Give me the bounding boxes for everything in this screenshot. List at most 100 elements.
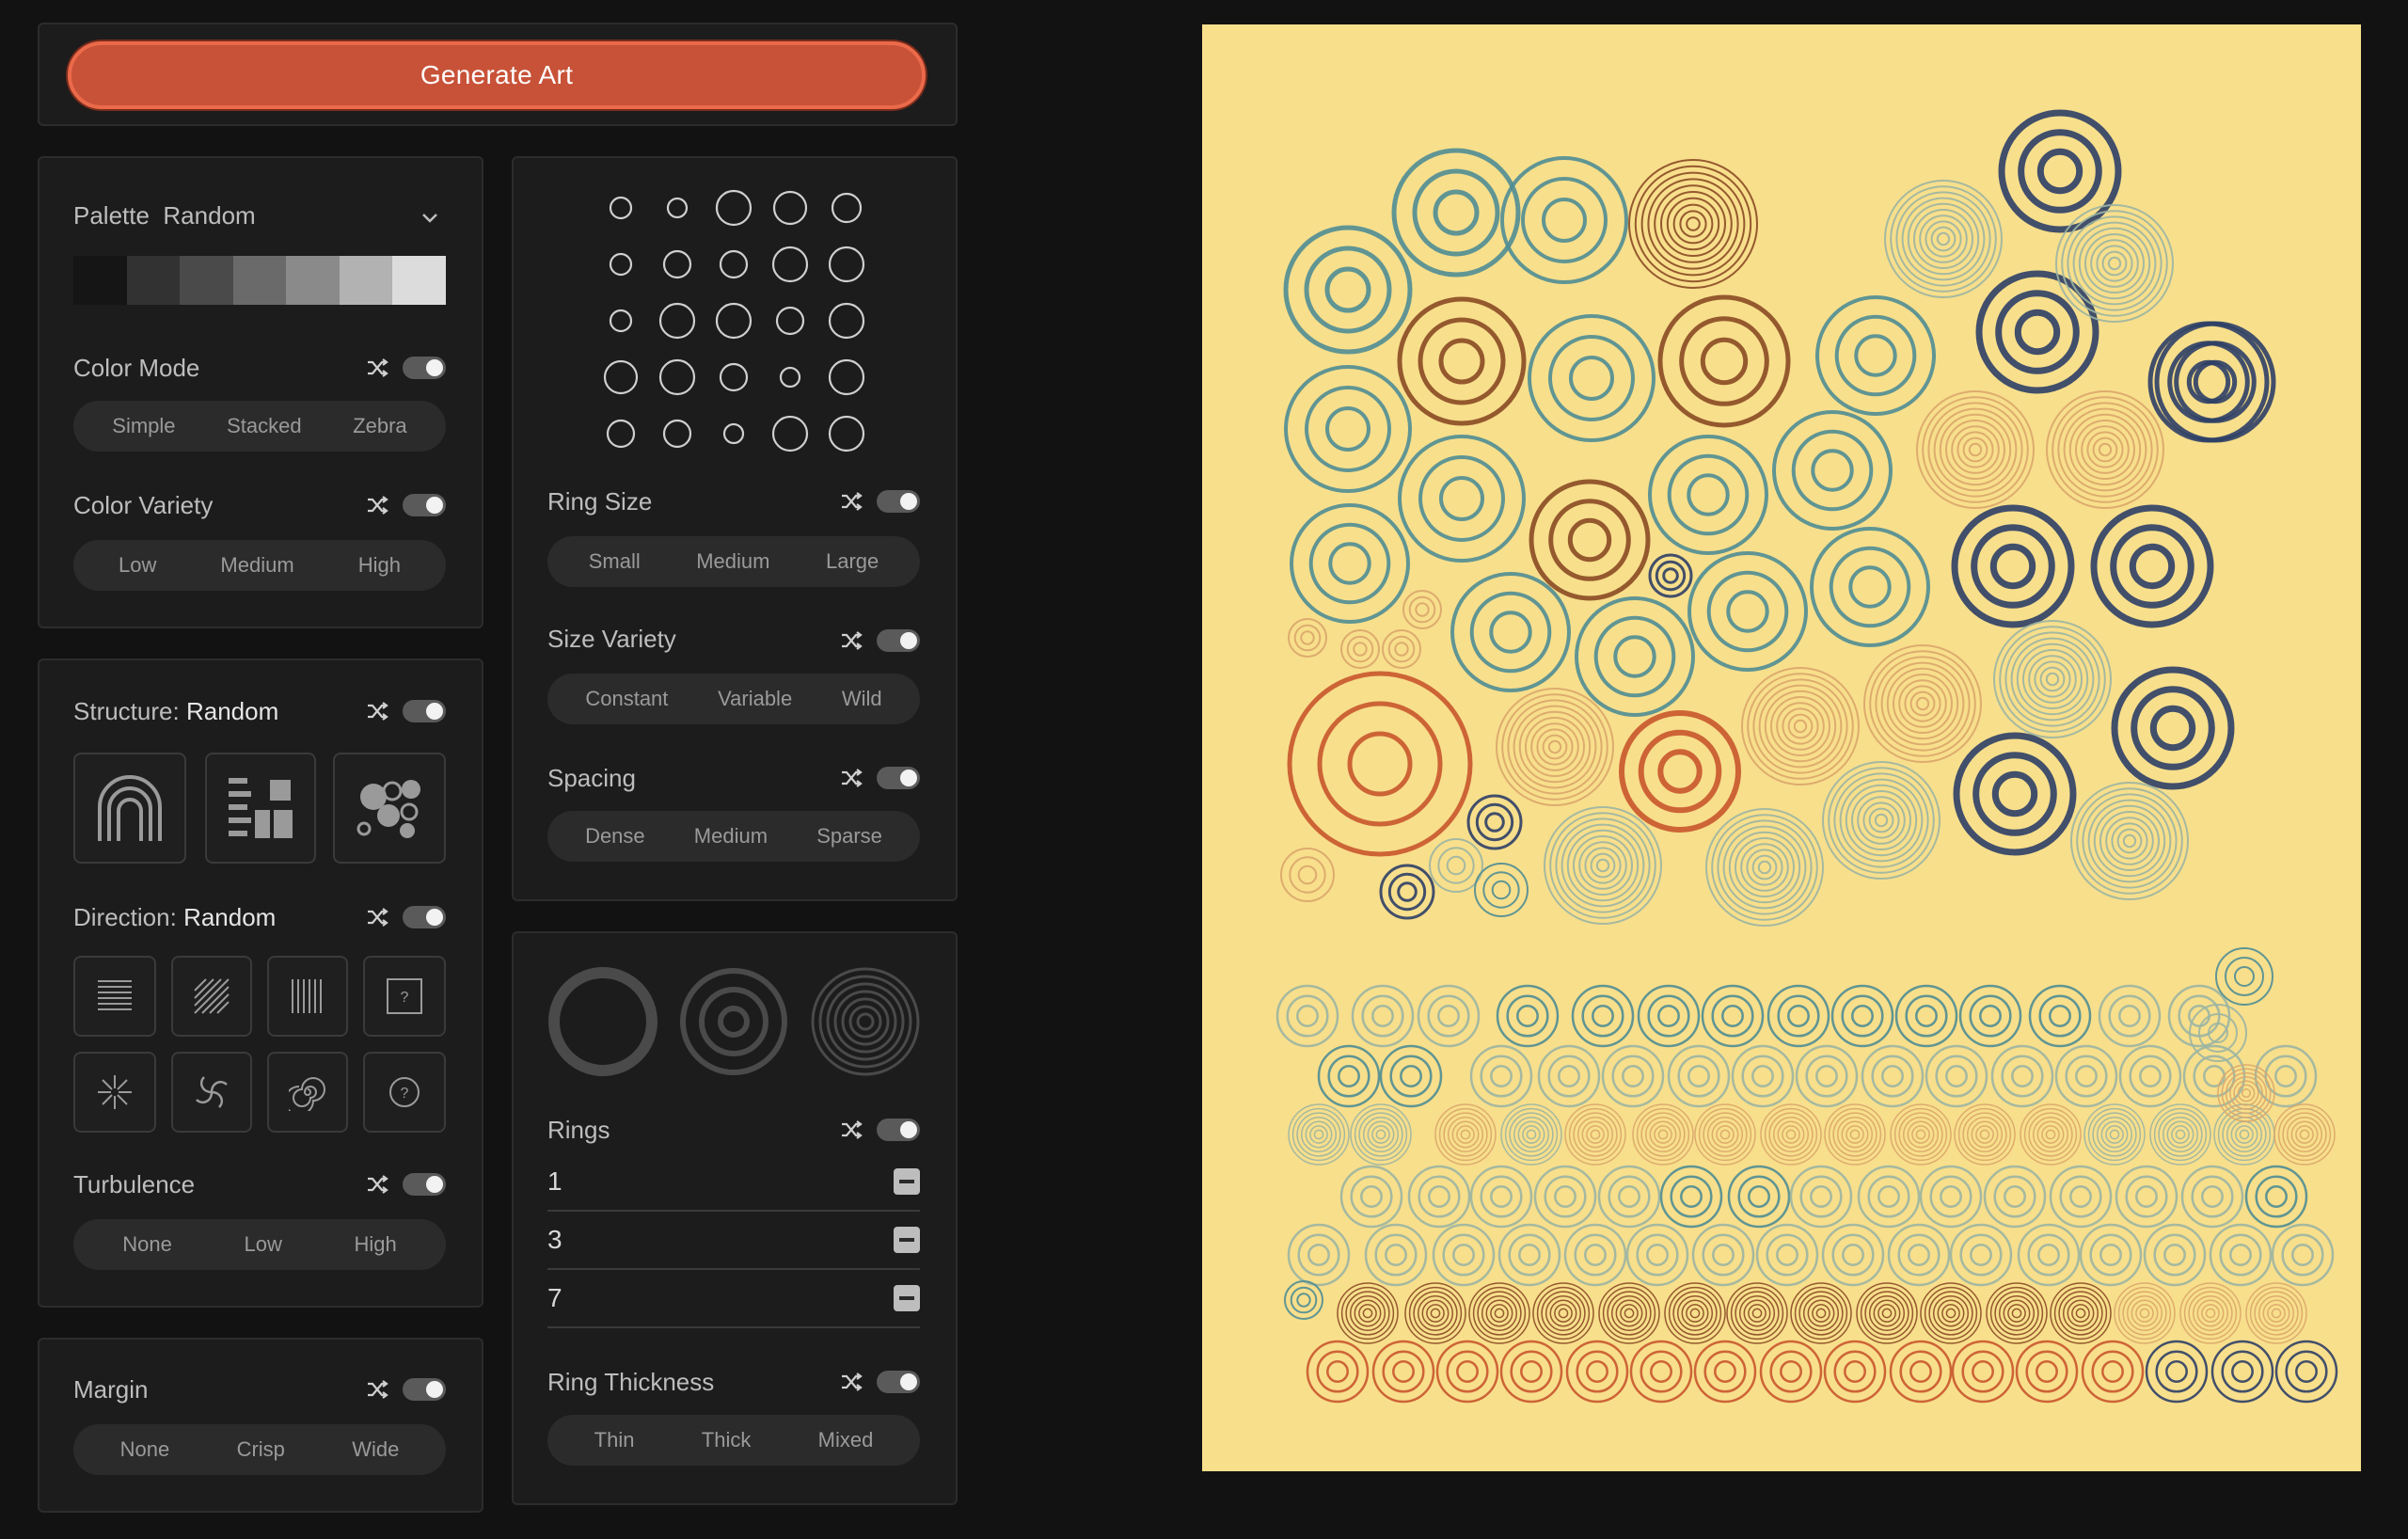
ring-size-toggle[interactable] xyxy=(877,490,920,513)
art-ring xyxy=(1810,527,1930,647)
art-ring xyxy=(1317,701,1443,827)
size-variety-wild[interactable]: Wild xyxy=(842,687,882,711)
art-ring xyxy=(1555,817,1651,913)
shuffle-icon[interactable] xyxy=(365,1377,389,1402)
art-ring xyxy=(1349,1294,1386,1332)
turbulence-high[interactable]: High xyxy=(354,1232,396,1257)
structure-toggle[interactable] xyxy=(403,700,446,722)
direction-vertical-tile[interactable] xyxy=(267,956,348,1037)
shuffle-icon[interactable] xyxy=(839,1118,863,1142)
spacing-sparse[interactable]: Sparse xyxy=(816,824,882,849)
art-ring xyxy=(1791,429,1874,512)
palette-value: Random xyxy=(163,201,256,230)
structure-value: Random xyxy=(185,697,279,725)
shuffle-icon[interactable] xyxy=(839,1370,863,1394)
shuffle-icon[interactable] xyxy=(365,905,389,929)
color-variety-low[interactable]: Low xyxy=(119,553,156,578)
color-variety-medium[interactable]: Medium xyxy=(220,553,293,578)
art-ring xyxy=(1895,191,1991,287)
art-ring xyxy=(1636,1233,1679,1277)
ring-count-value: 3 xyxy=(547,1225,562,1254)
shuffle-icon[interactable] xyxy=(365,699,389,723)
art-ring xyxy=(1999,626,2106,733)
color-mode-simple[interactable]: Simple xyxy=(112,414,175,438)
size-variety-constant[interactable]: Constant xyxy=(585,687,668,711)
question-circle-icon: ? xyxy=(389,1077,420,1107)
minus-icon[interactable] xyxy=(894,1285,920,1311)
art-ring xyxy=(1657,1129,1669,1140)
direction-diagonal-tile[interactable] xyxy=(171,956,252,1037)
art-ring xyxy=(2036,148,2083,195)
ring-thickness-toggle[interactable] xyxy=(877,1371,920,1393)
direction-random-circle-tile[interactable]: ? xyxy=(363,1052,446,1133)
shuffle-icon[interactable] xyxy=(839,628,863,653)
size-variety-toggle[interactable] xyxy=(877,629,920,652)
direction-spiral-tile[interactable] xyxy=(267,1052,348,1133)
art-ring xyxy=(1662,567,1679,584)
art-ring xyxy=(1522,1125,1541,1144)
art-ring xyxy=(1945,420,2005,480)
color-mode-zebra[interactable]: Zebra xyxy=(353,414,406,438)
margin-crisp[interactable]: Crisp xyxy=(237,1437,285,1462)
margin-none[interactable]: None xyxy=(120,1437,170,1462)
art-ring xyxy=(1848,565,1892,609)
spacing-medium[interactable]: Medium xyxy=(694,824,768,849)
direction-random-box-tile[interactable]: ? xyxy=(363,956,446,1037)
shuffle-icon[interactable] xyxy=(839,766,863,790)
art-ring xyxy=(1919,214,1968,263)
structure-arch-tile[interactable] xyxy=(73,753,186,864)
direction-swirl-tile[interactable] xyxy=(171,1052,252,1133)
color-variety-high[interactable]: High xyxy=(358,553,401,578)
art-ring xyxy=(1913,209,1973,269)
art-ring xyxy=(1438,1107,1493,1162)
size-variety-variable[interactable]: Variable xyxy=(718,687,792,711)
color-mode-stacked[interactable]: Stacked xyxy=(227,414,302,438)
structure-cluster-tile[interactable] xyxy=(333,753,446,864)
art-ring xyxy=(1868,807,1894,833)
art-ring xyxy=(2131,686,2215,770)
ring-thickness-thin[interactable]: Thin xyxy=(594,1428,635,1452)
art-ring xyxy=(1959,1233,2003,1277)
turbulence-low[interactable]: Low xyxy=(244,1232,281,1257)
shuffle-icon[interactable] xyxy=(365,356,389,380)
ring-thickness-mixed[interactable]: Mixed xyxy=(818,1428,874,1452)
palette-swatch xyxy=(180,256,233,305)
rings-toggle[interactable] xyxy=(877,1119,920,1141)
art-ring xyxy=(2061,210,2168,317)
chevron-down-icon[interactable] xyxy=(420,207,440,228)
color-mode-toggle[interactable] xyxy=(403,357,446,379)
turbulence-none[interactable]: None xyxy=(122,1232,172,1257)
art-ring xyxy=(1569,356,1614,401)
ring-size-medium[interactable]: Medium xyxy=(696,549,769,574)
spacing-dense[interactable]: Dense xyxy=(585,824,645,849)
art-ring xyxy=(1439,476,1484,521)
generate-art-button[interactable]: Generate Art xyxy=(68,41,926,109)
art-ring xyxy=(1509,1112,1554,1157)
shuffle-icon[interactable] xyxy=(365,493,389,517)
art-ring xyxy=(1548,499,1631,581)
art-ring xyxy=(1640,1350,1683,1393)
palette-swatches[interactable] xyxy=(73,256,447,305)
shuffle-icon[interactable] xyxy=(365,1172,389,1197)
direction-toggle[interactable] xyxy=(403,906,446,928)
turbulence-toggle[interactable] xyxy=(403,1173,446,1196)
direction-burst-tile[interactable] xyxy=(73,1052,156,1133)
color-variety-toggle[interactable] xyxy=(403,494,446,516)
minus-icon[interactable] xyxy=(894,1168,920,1195)
direction-horizontal-tile[interactable] xyxy=(73,956,156,1037)
ring-size-small[interactable]: Small xyxy=(589,549,641,574)
structure-blocks-tile[interactable] xyxy=(205,753,316,864)
art-ring xyxy=(1558,1065,1580,1087)
minus-icon[interactable] xyxy=(894,1227,920,1253)
ring-thickness-thick[interactable]: Thick xyxy=(702,1428,752,1452)
ring-size-large[interactable]: Large xyxy=(826,549,879,574)
art-ring xyxy=(1777,994,1820,1038)
art-ring xyxy=(1798,1291,1844,1336)
art-ring xyxy=(1554,1304,1573,1323)
art-ring xyxy=(2038,994,2082,1038)
art-ring xyxy=(2041,1125,2060,1144)
margin-wide[interactable]: Wide xyxy=(352,1437,399,1462)
shuffle-icon[interactable] xyxy=(839,489,863,514)
spacing-toggle[interactable] xyxy=(877,767,920,789)
margin-toggle[interactable] xyxy=(403,1378,446,1401)
